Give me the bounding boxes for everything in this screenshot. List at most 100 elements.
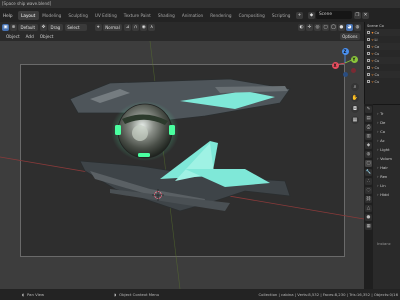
select-box-dropdown[interactable]: Select Box [64, 23, 87, 37]
tab-sculpting[interactable]: Sculpting [65, 11, 92, 20]
status-context-menu: Object Context Menu [119, 292, 160, 297]
gizmo-x-axis[interactable]: X [331, 61, 339, 69]
editor-type-icon[interactable]: ▣ [2, 23, 9, 31]
checkbox-icon[interactable] [367, 38, 370, 41]
orientation-dropdown[interactable]: Default [18, 23, 38, 31]
chevron-right-icon: › [377, 111, 379, 116]
checkbox-icon[interactable] [367, 66, 370, 69]
panel-hair[interactable]: › Hair [375, 163, 400, 172]
magnet-icon[interactable]: ∩ [132, 23, 140, 31]
checkbox-icon[interactable] [367, 59, 370, 62]
panel-transform[interactable]: › Tr [375, 109, 400, 118]
particles-icon[interactable]: ∴ [365, 178, 372, 185]
cockpit-sphere [111, 101, 179, 161]
proportional-icon[interactable]: ◉ [140, 23, 148, 31]
navigation-gizmo[interactable]: X Z Y [328, 46, 362, 80]
checkbox-icon[interactable] [367, 31, 370, 34]
shading-rendered-icon[interactable]: ◍ [354, 23, 361, 31]
mesh-icon: ▿ [371, 72, 374, 77]
gizmo-neg-x[interactable] [351, 68, 356, 73]
panel-render[interactable]: › Ren [375, 172, 400, 181]
tab-rendering[interactable]: Rendering [207, 11, 235, 20]
shading-wireframe-icon[interactable]: ◯ [330, 23, 337, 31]
shading-solid-icon[interactable]: ● [338, 23, 345, 31]
menu-add[interactable]: Add [23, 34, 37, 39]
drag-dropdown[interactable]: Drag [48, 23, 63, 31]
constraints-icon[interactable]: ⛓ [365, 196, 372, 203]
physics-icon[interactable]: ◌ [365, 187, 372, 194]
outliner-row[interactable]: ▿ Cu [365, 78, 400, 85]
view-layer-icon[interactable]: ▥ [365, 133, 372, 140]
shading-material-icon[interactable]: ◕ [346, 23, 353, 31]
outliner-row[interactable]: ▿ Cu [365, 57, 400, 64]
panel-line[interactable]: › Lin [375, 181, 400, 190]
upper-wing [69, 78, 291, 122]
outliner-row[interactable]: ▿ Li [365, 36, 400, 43]
gizmo-z-axis[interactable]: Z [341, 47, 349, 55]
falloff-icon[interactable]: ∧ [148, 23, 156, 31]
checkbox-icon[interactable] [367, 45, 370, 48]
drag-icon: ✥ [40, 23, 47, 31]
status-bar: ◖ Pan View ◗ Object Context Menu Collect… [0, 289, 400, 300]
add-workspace-icon[interactable]: + [295, 11, 303, 19]
texture-icon[interactable]: ▦ [365, 223, 372, 230]
xray-icon[interactable]: ▢ [322, 23, 329, 31]
grid-view-icon[interactable]: ▦ [351, 116, 359, 124]
overlay-icon[interactable]: ◎ [314, 23, 321, 31]
panel-hidden[interactable]: › Hidd [375, 190, 400, 199]
data-icon[interactable]: △ [365, 205, 372, 212]
tab-layout[interactable]: Layout [17, 10, 39, 20]
gizmo-y-axis[interactable]: Y [350, 55, 358, 63]
render-icon[interactable]: ▤ [365, 115, 372, 122]
panel-collections[interactable]: › Co [375, 127, 400, 136]
visibility-icon[interactable]: ◐ [298, 23, 305, 31]
tab-shading[interactable]: Shading [154, 11, 178, 20]
menu-object-mode[interactable]: Object [3, 34, 23, 39]
options-dropdown[interactable]: Options [339, 33, 360, 40]
close-icon[interactable]: ✕ [361, 11, 369, 19]
tab-texture-paint[interactable]: Texture Paint [120, 11, 154, 20]
tab-compositing[interactable]: Compositing [235, 11, 268, 20]
outliner-row[interactable]: ▾ Co [365, 29, 400, 36]
modifier-icon[interactable]: 🔧 [365, 169, 372, 176]
checkbox-icon[interactable] [367, 73, 370, 76]
gizmo-neg-z[interactable] [342, 72, 348, 77]
outliner-row[interactable]: ▿ Cu [365, 71, 400, 78]
checkbox-icon[interactable] [367, 80, 370, 83]
outliner-row[interactable]: ▿ Cu [365, 64, 400, 71]
outliner-row[interactable]: ▿ Cu [365, 50, 400, 57]
status-stats: Collection | cabina | Verts:8,532 | Face… [258, 292, 398, 297]
menu-object[interactable]: Object [37, 34, 57, 39]
3d-viewport[interactable]: X Z Y ⌕ ✋ ◘ ▦ [0, 41, 364, 289]
gizmo-toggle-icon[interactable]: ✛ [306, 23, 313, 31]
tab-uv-editing[interactable]: UV Editing [91, 11, 120, 20]
material-icon[interactable]: ● [365, 214, 372, 221]
snap-icon[interactable]: ⊿ [124, 23, 132, 31]
panel-light[interactable]: › Light [375, 145, 400, 154]
world-icon[interactable]: ◍ [365, 151, 372, 158]
scene-selector[interactable]: Scene [315, 11, 352, 19]
camera-view-icon[interactable]: ◘ [351, 105, 359, 113]
tool-icon[interactable]: ✎ [365, 106, 372, 113]
zoom-icon[interactable]: ⌕ [351, 83, 359, 91]
outliner-row[interactable]: ▿ Ca [365, 43, 400, 50]
panel-volume[interactable]: › Volum [375, 154, 400, 163]
viewport-menu-bar: Object Add Object Options [0, 32, 364, 41]
menu-help[interactable]: Help [0, 13, 16, 18]
panel-delta[interactable]: › De [375, 118, 400, 127]
checkbox-icon[interactable] [367, 52, 370, 55]
copy-icon[interactable]: ❐ [353, 11, 361, 19]
tab-animation[interactable]: Animation [178, 11, 206, 20]
output-icon[interactable]: ⎙ [365, 124, 372, 131]
object-icon[interactable]: ▢ [365, 160, 372, 167]
panel-active[interactable]: › Ac [375, 136, 400, 145]
pan-hand-icon[interactable]: ✋ [351, 94, 359, 102]
window-title-bar: [Space ship wave.blend] [0, 0, 400, 8]
scene-props-icon[interactable]: ◆ [365, 142, 372, 149]
y-axis-line [149, 41, 181, 289]
mouse-icon: ◖ [22, 292, 25, 297]
tab-scripting[interactable]: Scripting [268, 11, 294, 20]
tab-modeling[interactable]: Modeling [39, 11, 65, 20]
transform-dropdown[interactable]: Normal [102, 23, 123, 31]
panel-instancing[interactable]: Instanc [375, 239, 400, 248]
